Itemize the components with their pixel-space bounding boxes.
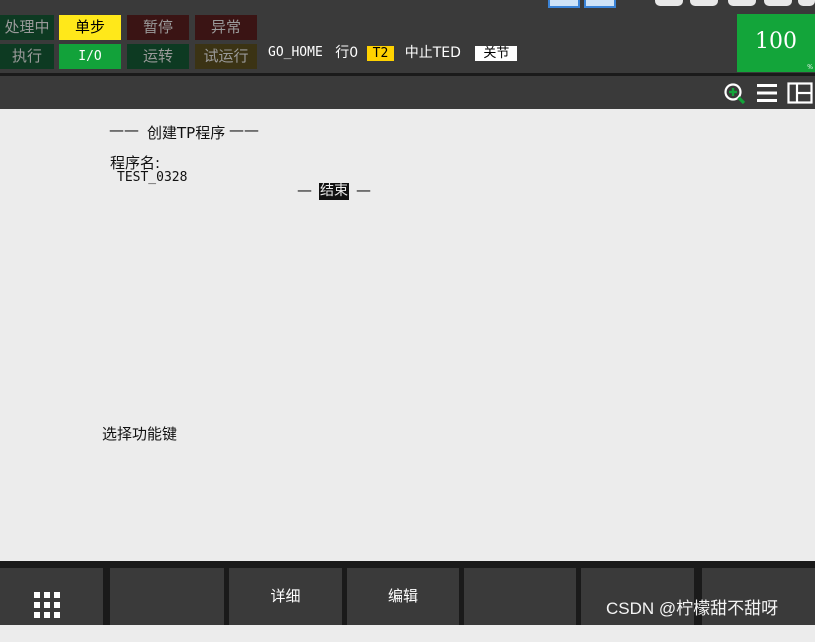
end-dash-left: — bbox=[297, 181, 312, 199]
status-line: GO_HOME 行0 T2 中止TED 关节 bbox=[268, 42, 518, 64]
toolbar bbox=[0, 76, 815, 109]
window-tab-2[interactable] bbox=[584, 0, 616, 8]
window-control-5[interactable] bbox=[798, 0, 815, 6]
exec-state: 中止TED bbox=[404, 45, 461, 61]
window-control-2[interactable] bbox=[690, 0, 718, 6]
coord-badge[interactable]: 关节 bbox=[475, 45, 518, 61]
fkey-f2-detail[interactable]: 详细 bbox=[229, 568, 342, 625]
program-name: GO_HOME bbox=[268, 45, 323, 60]
tool-badge: T2 bbox=[366, 45, 395, 61]
program-name-field[interactable]: TEST_0328 bbox=[117, 170, 187, 185]
override-percent[interactable]: 100 % bbox=[737, 14, 815, 72]
top-strip bbox=[0, 0, 815, 14]
line-number: 行0 bbox=[335, 45, 359, 61]
end-dash-right: — bbox=[356, 181, 371, 199]
indicator-prod: 运转 bbox=[127, 44, 189, 69]
indicator-fault: 异常 bbox=[195, 15, 257, 40]
prompt-text: 选择功能键 bbox=[102, 425, 178, 443]
status-header: 处理中 单步 暂停 异常 执行 I/O 运转 试运行 GO_HOME 行0 T2… bbox=[0, 14, 815, 73]
fkey-f3-edit[interactable]: 编辑 bbox=[347, 568, 459, 625]
list-icon[interactable] bbox=[756, 83, 778, 103]
window-tab-1[interactable] bbox=[548, 0, 580, 8]
indicator-run: 执行 bbox=[0, 44, 54, 69]
heading-dash-left: —— bbox=[109, 121, 139, 139]
content-area: —— 创建TP程序 —— 程序名: TEST_0328 — 结束 — 选择功能键 bbox=[0, 109, 815, 561]
override-value: 100 bbox=[755, 29, 797, 54]
override-unit: % bbox=[807, 64, 813, 71]
window-control-3[interactable] bbox=[728, 0, 756, 6]
indicator-step: 单步 bbox=[59, 15, 121, 40]
end-marker[interactable]: 结束 bbox=[319, 183, 349, 200]
fkey-menu[interactable] bbox=[0, 568, 103, 625]
watermark-text: CSDN @柠檬甜不甜呀 bbox=[606, 599, 779, 618]
fkey-f1[interactable] bbox=[110, 568, 224, 625]
grid-icon bbox=[34, 585, 60, 618]
window-control-4[interactable] bbox=[764, 0, 792, 6]
footer-separator bbox=[0, 561, 815, 568]
indicator-busy: 处理中 bbox=[0, 15, 54, 40]
indicator-io: I/O bbox=[59, 44, 121, 69]
window-control-1[interactable] bbox=[655, 0, 683, 6]
indicator-tcyc: 试运行 bbox=[195, 44, 257, 69]
indicator-hold: 暂停 bbox=[127, 15, 189, 40]
split-view-icon[interactable] bbox=[787, 82, 813, 104]
screen-heading: 创建TP程序 bbox=[147, 124, 226, 142]
heading-dash-right: —— bbox=[229, 121, 259, 139]
fkey-f4[interactable] bbox=[464, 568, 576, 625]
zoom-in-icon[interactable] bbox=[723, 82, 747, 105]
